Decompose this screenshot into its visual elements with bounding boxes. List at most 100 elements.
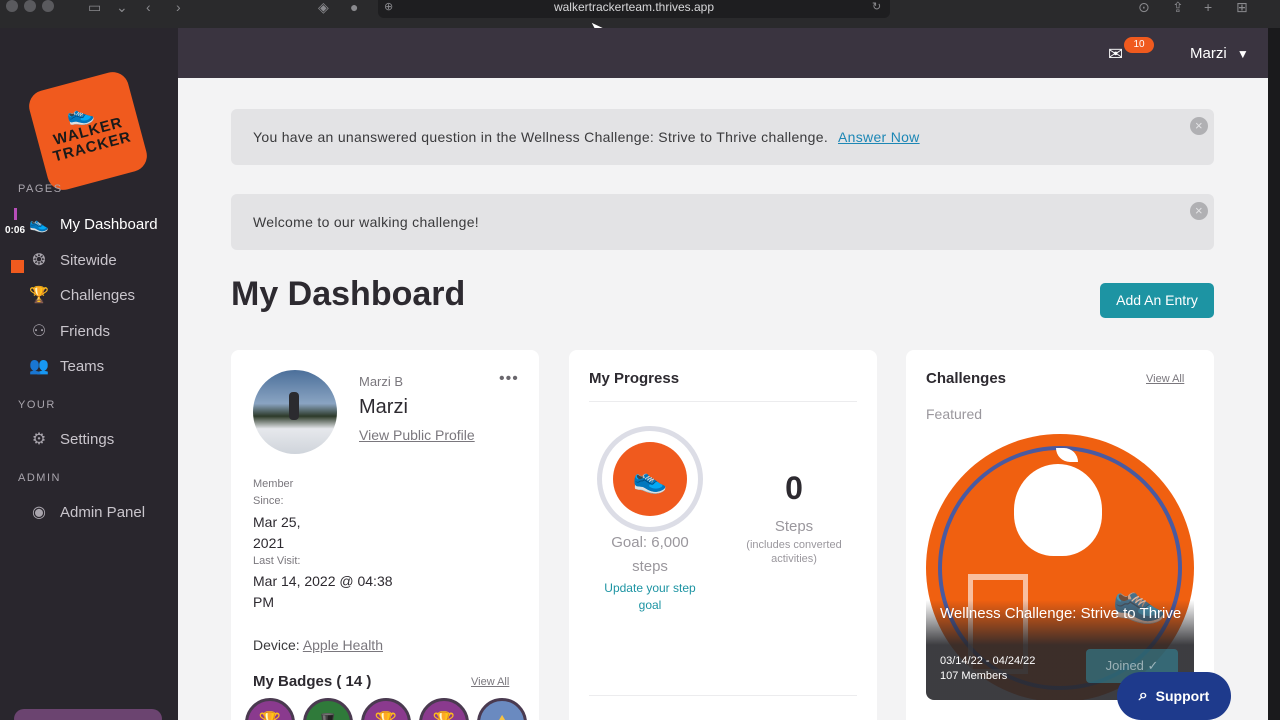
badge-trophy-icon[interactable]: 🏆 (361, 698, 411, 720)
chevron-down-icon: ▼ (1236, 47, 1249, 61)
alert-text: Welcome to our walking challenge! (253, 214, 479, 230)
friends-icon: ⚇ (31, 323, 47, 340)
profile-card: Marzi B Marzi View Public Profile ••• Me… (231, 350, 539, 720)
badges-title: My Badges ( 14 ) (253, 673, 372, 690)
sidebar-item-admin-panel[interactable]: ◉ Admin Panel (0, 496, 178, 528)
progress-ring: 👟 (597, 426, 703, 532)
sidebar-item-challenges[interactable]: 🏆 Challenges (0, 279, 178, 311)
divider (589, 695, 857, 696)
page-title: My Dashboard (231, 275, 466, 313)
goal-text: Goal: 6,000 (611, 534, 689, 551)
stop-recording-icon[interactable] (11, 260, 24, 273)
new-tab-icon[interactable]: + (1204, 0, 1212, 14)
tab-overview-icon[interactable]: ⊞ (1236, 0, 1248, 14)
view-public-profile-link[interactable]: View Public Profile (359, 427, 475, 443)
sidebar-item-label: My Dashboard (60, 215, 158, 233)
more-options-icon[interactable]: ••• (499, 370, 519, 388)
last-visit-value: Mar 14, 2022 @ 04:38 (253, 573, 393, 589)
sidebar-item-friends[interactable]: ⚇ Friends (0, 315, 178, 347)
mail-icon[interactable]: ✉ (1108, 44, 1123, 65)
forward-icon[interactable]: › (176, 0, 181, 14)
section-pages: PAGES (18, 183, 63, 195)
display-name: Marzi (359, 396, 408, 418)
challenge-members: 107 Members (940, 670, 1008, 682)
recording-timer: 0:06 (5, 225, 26, 236)
walker-tracker-logo[interactable]: 👟 WALKER TRACKER (25, 68, 151, 194)
support-label: Support (1155, 688, 1210, 704)
mail-count-badge: 10 (1124, 37, 1154, 53)
member-since-label-2: Since: (253, 495, 284, 507)
add-entry-button[interactable]: Add An Entry (1100, 283, 1214, 318)
share-icon[interactable]: ⇪ (1172, 0, 1184, 14)
admin-icon: ◉ (32, 504, 46, 521)
user-menu[interactable]: Marzi ▼ (1190, 45, 1249, 62)
sidebar-item-label: Teams (60, 357, 105, 375)
scrollbar[interactable] (1268, 28, 1280, 720)
close-icon[interactable]: × (1190, 202, 1208, 220)
close-window-button[interactable] (6, 0, 18, 12)
challenge-dates: 03/14/22 - 04/24/22 (940, 655, 1036, 667)
shield-icon[interactable]: ◈ (318, 0, 329, 14)
steps-note: (includes converted activities) (746, 539, 842, 565)
chevron-down-icon[interactable]: ⌄ (116, 0, 128, 14)
member-since-label: Member (253, 478, 294, 490)
device-label: Device: (253, 637, 300, 653)
badge-trophy-icon[interactable]: 🏆 (419, 698, 469, 720)
close-icon[interactable]: × (1190, 117, 1208, 135)
progress-card: My Progress 👟 Goal: 6,000 steps Update y… (569, 350, 877, 720)
sidebar-item-teams[interactable]: 👥 Teams (0, 350, 178, 382)
section-your: YOUR (18, 399, 56, 411)
badge-trophy-icon[interactable]: 🏆 (245, 698, 295, 720)
url-text: walkertrackerteam.thrives.app (553, 0, 715, 14)
gear-icon: ⚙ (31, 431, 47, 448)
featured-label: Featured (926, 406, 983, 422)
device-link[interactable]: Apple Health (303, 637, 383, 653)
back-icon[interactable]: ‹ (146, 0, 151, 14)
sidebar-item-label: Admin Panel (60, 503, 146, 521)
browser-toolbar: ▭ ⌄ ‹ › ◈ ● ⊕ walkertrackerteam.thrives.… (0, 0, 1280, 28)
address-bar[interactable]: ⊕ walkertrackerteam.thrives.app ↻ (378, 0, 890, 18)
update-step-goal-link[interactable]: Update your step goal (589, 580, 711, 614)
member-since-value-2: 2021 (253, 535, 285, 551)
top-bar: ✉ 10 Marzi ▼ (178, 28, 1268, 78)
apple-icon (1014, 464, 1102, 556)
username-small: Marzi B (359, 374, 404, 389)
minimize-window-button[interactable] (24, 0, 36, 12)
last-visit-value-2: PM (253, 594, 274, 610)
recording-progress-bar (14, 208, 17, 220)
sidebar-item-label: Friends (60, 322, 111, 340)
progress-title: My Progress (589, 370, 680, 387)
alert-text: You have an unanswered question in the W… (253, 129, 829, 145)
reload-icon[interactable]: ↻ (872, 0, 881, 14)
badges-view-all-link[interactable]: View All (471, 676, 509, 688)
search-icon: ⌕ (1138, 687, 1148, 704)
challenges-view-all-link[interactable]: View All (1146, 373, 1184, 385)
sidebar-bottom-button[interactable] (14, 709, 162, 720)
footprint-icon: ❂ (32, 252, 46, 269)
sidebar-item-settings[interactable]: ⚙ Settings (0, 423, 178, 455)
main-content: You have an unanswered question in the W… (178, 78, 1268, 720)
download-icon[interactable]: ⊙ (1138, 0, 1150, 14)
answer-now-link[interactable]: Answer Now (838, 129, 920, 145)
sidebar-item-my-dashboard[interactable]: 👟 My Dashboard (0, 208, 178, 240)
sidebar: 👟 WALKER TRACKER PAGES 👟 My Dashboard ❂ … (0, 28, 178, 720)
challenge-name: Wellness Challenge: Strive to Thrive (940, 605, 1182, 622)
teams-icon: 👥 (29, 358, 49, 375)
shoe-icon: 👟 (29, 216, 49, 233)
check-circle-icon[interactable]: ● (350, 0, 358, 14)
steps-value: 0 (785, 470, 803, 506)
shoe-icon: 👟 (613, 442, 687, 516)
challenges-title: Challenges (926, 370, 1007, 387)
avatar[interactable] (253, 370, 337, 454)
support-button[interactable]: ⌕ Support (1117, 672, 1231, 720)
sidebar-toggle-icon[interactable]: ▭ (88, 0, 101, 14)
sidebar-item-sitewide[interactable]: ❂ Sitewide (0, 244, 178, 276)
badge-mountain-icon[interactable]: ⛰ (477, 698, 527, 720)
featured-challenge-card[interactable]: 👟 Wellness Challenge: Strive to Thrive 0… (926, 434, 1194, 700)
steps-label: Steps (774, 518, 814, 535)
alert-welcome: Welcome to our walking challenge! × (231, 194, 1214, 250)
zoom-window-button[interactable] (42, 0, 54, 12)
badge-hat-icon[interactable]: 🎩 (303, 698, 353, 720)
challenges-card: Challenges View All Featured 👟 Wellness … (906, 350, 1214, 720)
trophy-icon: 🏆 (29, 287, 49, 304)
